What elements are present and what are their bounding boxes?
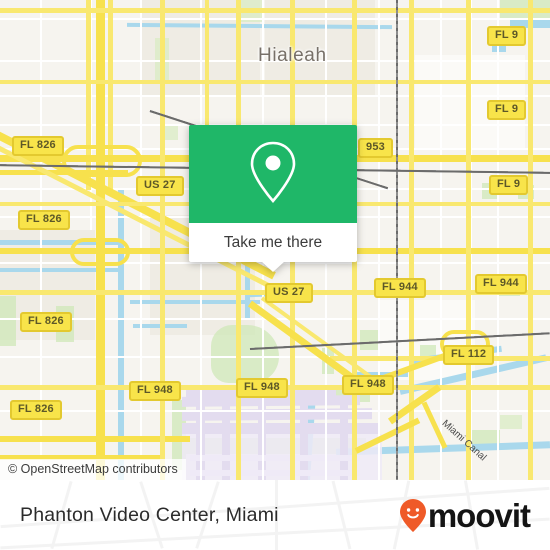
- highway-shield[interactable]: FL 944: [475, 274, 527, 294]
- highway-shield[interactable]: US 27: [136, 176, 184, 196]
- highway-arterial: [528, 0, 533, 480]
- map-pin-icon: [246, 139, 300, 210]
- park-area: [165, 126, 178, 140]
- highway-shield[interactable]: FL 948: [129, 381, 181, 401]
- footer-bar: Phanton Video Center, Miami moovit: [0, 480, 550, 550]
- airport-taxiway: [300, 400, 308, 480]
- park-area: [360, 330, 378, 350]
- moovit-wordmark: moovit: [427, 496, 531, 534]
- highway-arterial: [0, 80, 550, 84]
- park-area: [0, 296, 16, 346]
- poi-title: Phanton Video Center, Miami: [20, 503, 279, 526]
- airport-taxiway: [222, 400, 230, 480]
- highway-arterial: [160, 0, 165, 480]
- popup-pointer: [261, 261, 285, 272]
- highway-shield[interactable]: FL 112: [443, 345, 495, 365]
- place-label-hialeah: Hialeah: [258, 45, 327, 66]
- map-canvas[interactable]: Hialeah Miami Canal FL 9 FL 9 FL 9 FL 82…: [0, 0, 550, 480]
- park-area: [500, 415, 522, 429]
- highway-shield[interactable]: FL 9: [489, 175, 529, 195]
- railway: [396, 0, 398, 480]
- park-area: [211, 325, 279, 383]
- street: [440, 0, 442, 480]
- moovit-logo[interactable]: moovit: [399, 496, 531, 534]
- highway-arterial: [0, 8, 550, 13]
- airport-runway: [190, 455, 360, 461]
- highway-shield[interactable]: FL 826: [12, 136, 64, 156]
- screenshot-root: Hialeah Miami Canal FL 9 FL 9 FL 9 FL 82…: [0, 0, 550, 550]
- location-popup-card[interactable]: Take me there: [189, 125, 357, 272]
- popup-action-bar[interactable]: Take me there: [189, 223, 357, 272]
- street: [497, 0, 499, 480]
- highway-shield[interactable]: 953: [358, 138, 393, 158]
- airport-runway: [190, 470, 360, 476]
- highway-shield[interactable]: FL 948: [342, 375, 394, 395]
- street: [140, 0, 142, 480]
- take-me-there-label: Take me there: [223, 233, 323, 251]
- airport-taxiway: [182, 423, 378, 434]
- highway-shield[interactable]: US 27: [265, 283, 313, 303]
- highway-arterial: [205, 0, 209, 140]
- highway-shield[interactable]: FL 826: [20, 312, 72, 332]
- highway-shield[interactable]: FL 9: [487, 100, 527, 120]
- highway-shield[interactable]: FL 826: [10, 400, 62, 420]
- highway-arterial: [466, 0, 471, 480]
- osm-attribution[interactable]: © OpenStreetMap contributors: [0, 459, 186, 480]
- highway-shield[interactable]: FL 9: [487, 26, 527, 46]
- highway-shield[interactable]: FL 944: [374, 278, 426, 298]
- popup-header: [189, 125, 357, 223]
- highway-shield[interactable]: FL 948: [236, 378, 288, 398]
- highway-shield[interactable]: FL 826: [18, 210, 70, 230]
- airport-taxiway: [340, 400, 348, 480]
- moovit-smiley-pin-icon: [399, 498, 426, 532]
- street: [378, 0, 380, 480]
